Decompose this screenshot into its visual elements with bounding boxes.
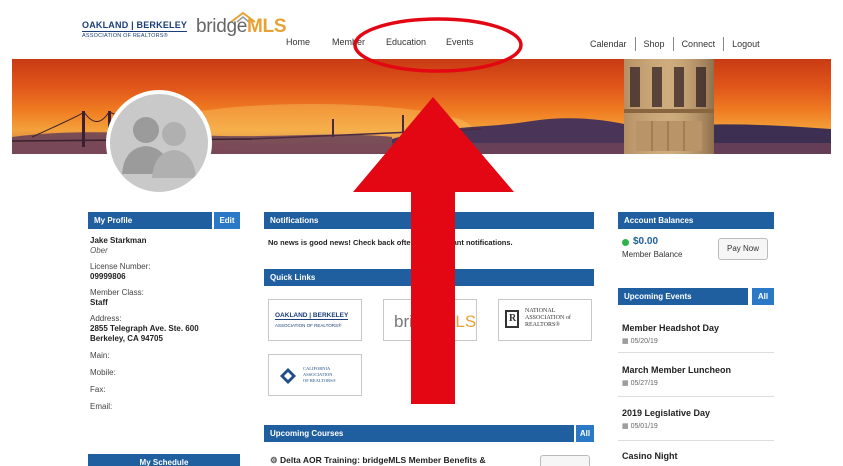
balance-amount: $0.00 [633,236,659,247]
logo-line1: OAKLAND | BERKELEY [82,20,188,32]
nav-member[interactable]: Member [332,37,365,47]
event-divider [618,352,774,353]
quick-link-oakland-berkeley[interactable]: OAKLAND | BERKELEY ASSOCIATION OF REALTO… [268,299,362,341]
events-heading: Upcoming Events [624,292,692,301]
quick-link-car[interactable]: CALIFORNIA ASSOCIATION OF REALTORS® [268,354,362,396]
course-icon: ⚙ [270,455,280,465]
balance-status-icon [622,239,629,246]
ql-bridgemls-logo: bridgeMLS [394,312,476,332]
notifications-message: No news is good news! Check back often f… [268,238,513,247]
event-divider [618,440,774,441]
email-label: Email: [90,402,113,411]
nar-line2: ASSOCIATION of [525,315,571,321]
course-item[interactable]: ⚙ Delta AOR Training: bridgeMLS Member B… [270,455,486,466]
member-class-value: Staff [90,298,108,307]
ql-nar-text: NATIONAL ASSOCIATION of REALTORS® [525,308,571,329]
license-label: License Number: [90,262,151,271]
course-action-button[interactable] [540,455,590,466]
nav-divider [634,37,636,51]
address-line2: Berkeley, CA 94705 [90,334,163,343]
fax-label: Fax: [90,385,106,394]
member-class-label: Member Class: [90,288,144,297]
edit-profile-button[interactable]: Edit [212,212,240,229]
notifications-heading: Notifications [270,216,319,225]
account-heading: Account Balances [624,216,694,225]
event-title[interactable]: March Member Luncheon [622,365,731,375]
ql-mls-text: MLS [441,312,477,331]
schedule-card-header: My Schedule [88,454,240,466]
profile-details: Jake Starkman Ober License Number: 09999… [90,236,240,412]
ql-oab-line1: OAKLAND | BERKELEY [275,312,349,320]
event-divider [618,396,774,397]
events-header: Upcoming Events [618,288,748,305]
nav-events[interactable]: Events [446,37,474,47]
nav-shop[interactable]: Shop [644,39,665,49]
pay-now-button[interactable]: Pay Now [718,238,768,260]
courses-header: Upcoming Courses [264,425,594,442]
member-role: Ober [90,246,108,255]
event-date: ▦ 05/01/19 [622,423,658,430]
balance-label: Member Balance [622,250,683,259]
nar-line3: REALTORS® [525,322,560,328]
address-line1: 2855 Telegraph Ave. Ste. 600 [90,324,199,333]
calendar-icon: ▦ [622,423,631,430]
courses-all-button[interactable]: All [574,425,594,442]
logo-line2: ASSOCIATION OF REALTORS® [82,33,168,39]
event-title[interactable]: Casino Night [622,451,678,461]
utility-nav: Calendar Shop Connect Logout [590,37,760,51]
event-date: ▦ 05/20/19 [622,338,658,345]
bridgemls-logo[interactable]: bridgeMLS [196,16,287,38]
realtor-r-icon: R [505,310,519,328]
site-header: OAKLAND | BERKELEY ASSOCIATION OF REALTO… [0,0,843,60]
ql-bridge-text: bridge [394,312,442,331]
nav-education[interactable]: Education [386,37,426,47]
nar-line1: NATIONAL [525,308,556,314]
event-title[interactable]: Member Headshot Day [622,323,719,333]
profile-heading: My Profile [94,216,133,225]
mobile-label: Mobile: [90,368,116,377]
quick-links-header: Quick Links [264,269,594,286]
nav-calendar[interactable]: Calendar [590,39,627,49]
member-name: Jake Starkman [90,236,147,245]
bridge-text: bridge [196,16,248,37]
account-balances-header: Account Balances [618,212,774,229]
address-label: Address: [90,314,122,323]
ql-car-text: CALIFORNIA ASSOCIATION OF REALTORS® [303,366,336,384]
car-line3: OF REALTORS® [303,378,337,383]
calendar-icon: ▦ [622,380,631,387]
event-date: ▦ 05/27/19 [622,380,658,387]
quick-links-heading: Quick Links [270,273,316,282]
nav-home[interactable]: Home [286,37,310,47]
quick-link-bridgemls[interactable]: bridgeMLS [383,299,477,341]
schedule-heading: My Schedule [139,458,189,466]
events-all-button[interactable]: All [750,288,774,305]
ql-oab-line2: ASSOCIATION OF REALTORS® [275,323,342,328]
mls-text: MLS [247,16,287,37]
car-diamond-icon [280,368,296,384]
course-title: Delta AOR Training: bridgeMLS Member Ben… [279,455,486,465]
quick-link-nar[interactable]: R NATIONAL ASSOCIATION of REALTORS® [498,299,592,341]
license-value: 09999806 [90,272,126,281]
nav-logout[interactable]: Logout [732,39,760,49]
nav-divider [723,37,725,51]
calendar-icon: ▦ [622,338,631,345]
profile-avatar[interactable] [106,90,212,196]
nav-connect[interactable]: Connect [682,39,716,49]
courses-heading: Upcoming Courses [270,429,344,438]
oakland-berkeley-logo[interactable]: OAKLAND | BERKELEY ASSOCIATION OF REALTO… [82,20,188,40]
event-title[interactable]: 2019 Legislative Day [622,408,710,418]
nav-divider [672,37,674,51]
main-phone-label: Main: [90,351,110,360]
user-placeholder-icon [122,117,196,178]
notifications-header: Notifications [264,212,594,229]
